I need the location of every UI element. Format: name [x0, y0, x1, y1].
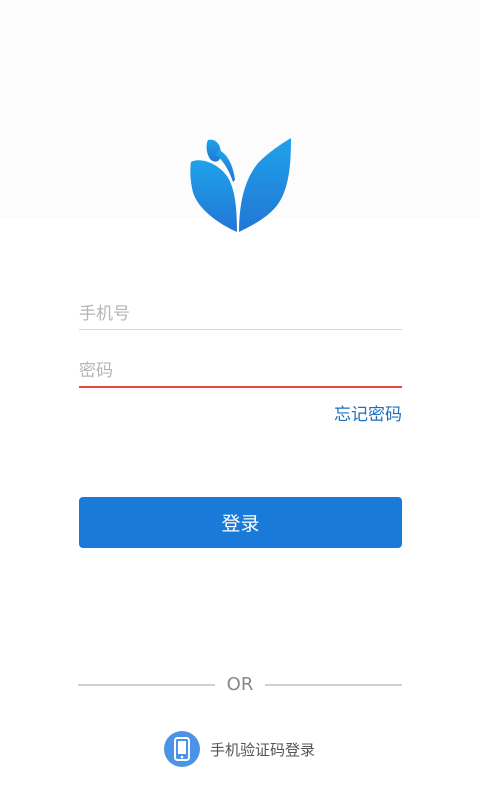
- divider-line-right: [265, 684, 402, 686]
- sms-login-label: 手机验证码登录: [210, 740, 316, 759]
- or-divider: OR: [78, 673, 402, 697]
- login-button[interactable]: 登录: [79, 497, 402, 548]
- sprout-logo-icon: [190, 138, 291, 232]
- mobile-phone-icon: [164, 731, 200, 767]
- phone-number-input[interactable]: [79, 296, 402, 332]
- login-screen: 忘记密码 登录 OR 手机验证码登录: [0, 0, 480, 800]
- phone-underline: [79, 329, 402, 330]
- password-input[interactable]: [79, 353, 402, 389]
- password-underline: [79, 386, 402, 388]
- sms-code-login-button[interactable]: 手机验证码登录: [164, 731, 315, 767]
- forgot-password-link[interactable]: 忘记密码: [334, 400, 402, 425]
